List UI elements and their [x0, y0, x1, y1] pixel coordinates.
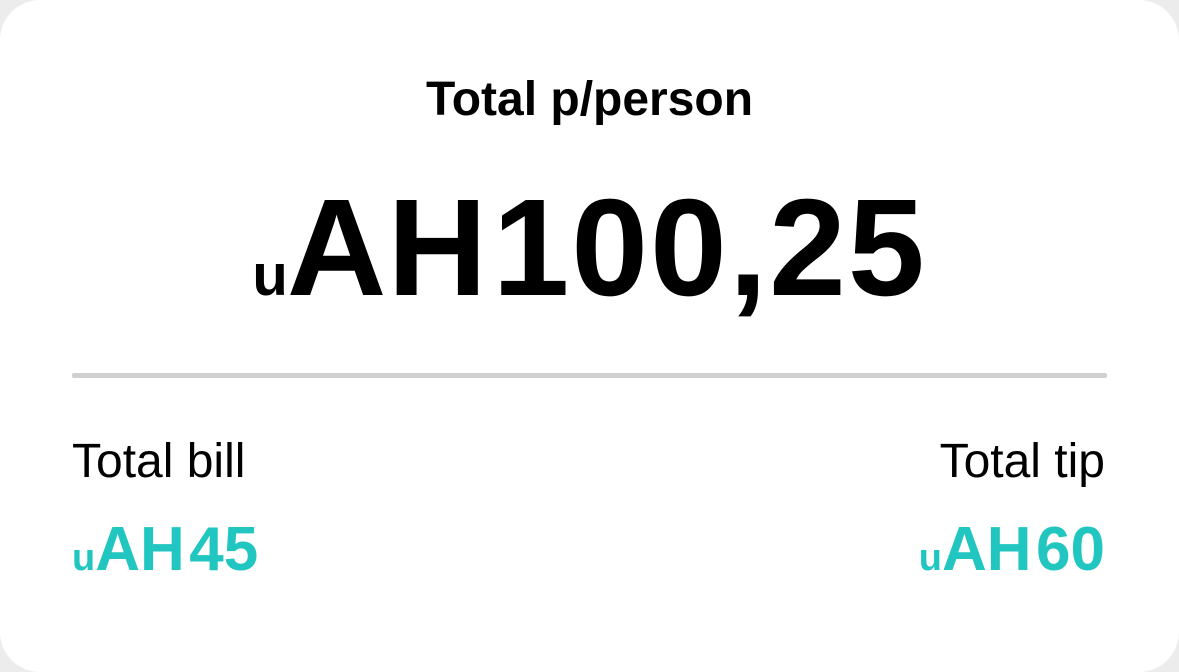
- total-bill-value: uAH 45: [72, 512, 258, 604]
- total-tip-label: Total tip: [939, 435, 1105, 488]
- divider: [72, 373, 1107, 378]
- total-tip-currency-big: AH: [942, 515, 1032, 584]
- total-bill-amount: 45: [189, 515, 259, 584]
- per-person-amount: 100,25: [492, 171, 927, 325]
- total-tip-value: uAH 60: [919, 512, 1105, 604]
- total-bill-currency-small: u: [72, 537, 96, 579]
- total-tip-amount: 60: [1036, 515, 1105, 584]
- per-person-currency-big: AH: [286, 171, 489, 325]
- total-tip-currency-small: u: [918, 537, 943, 579]
- summary-card: Total p/person uAH 100,25 Total bill Tot…: [0, 0, 1179, 672]
- total-bill-currency-big: AH: [95, 515, 185, 584]
- per-person-currency-small: u: [252, 243, 287, 308]
- total-bill-label: Total bill: [72, 435, 246, 488]
- per-person-title: Total p/person: [425, 73, 754, 126]
- per-person-total: uAH 100,25: [0, 178, 1179, 361]
